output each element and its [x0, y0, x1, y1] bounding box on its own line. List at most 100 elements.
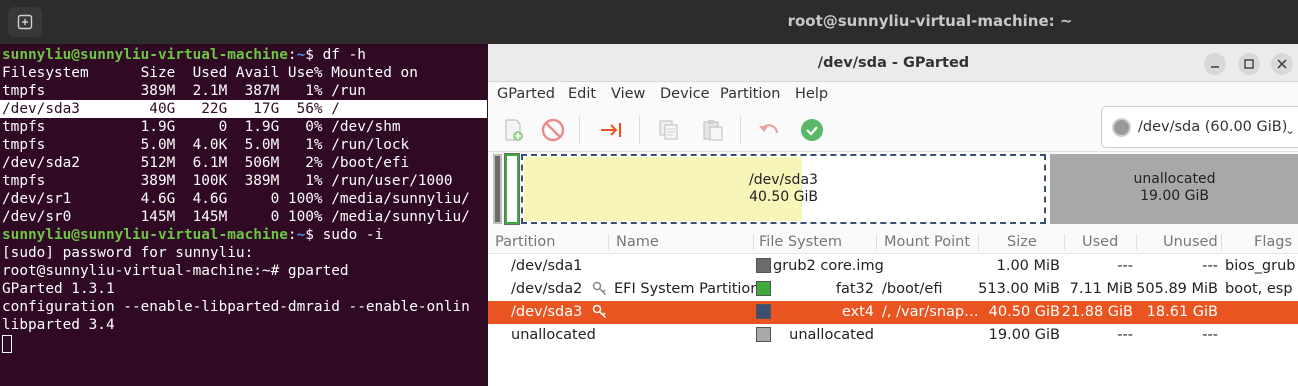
partition-block-sda3[interactable]: /dev/sda3 40.50 GiB — [521, 154, 1046, 224]
maximize-button[interactable] — [1238, 53, 1260, 75]
column-header-unused[interactable]: Unused — [1163, 234, 1218, 250]
toolbar-separator — [579, 116, 580, 144]
cell-used: 7.11 MiB — [1069, 281, 1133, 297]
column-divider — [1136, 234, 1137, 250]
table-row[interactable]: /dev/sda1 grub2 core.img 1.00 MiB --- --… — [488, 255, 1298, 278]
apply-button[interactable] — [795, 113, 829, 147]
table-row[interactable]: unallocated unallocated 19.00 GiB --- --… — [488, 324, 1298, 347]
close-button[interactable] — [1271, 53, 1293, 75]
prompt-user: sunnyliu@sunnyliu-virtual-machine — [2, 47, 288, 63]
minimize-icon — [1211, 66, 1219, 68]
partition-block-unallocated[interactable]: unallocated 19.00 GiB — [1050, 154, 1298, 224]
gparted-window: /dev/sda - GParted GParted Edit View Dev… — [487, 44, 1298, 386]
menu-device[interactable]: Device — [660, 86, 710, 102]
terminal-line: tmpfs 1.9G 0 1.9G 0% /dev/shm — [2, 119, 401, 135]
column-header-size[interactable]: Size — [1007, 234, 1037, 250]
column-header-partition[interactable]: Partition — [495, 234, 555, 250]
cell-flags: bios_grub — [1225, 258, 1296, 274]
new-partition-button[interactable] — [496, 113, 530, 147]
terminal-line: Filesystem Size Used Avail Use% Mounted … — [2, 65, 418, 81]
column-divider — [608, 234, 609, 250]
menu-edit[interactable]: Edit — [568, 86, 596, 102]
terminal-line: GParted 1.3.1 — [2, 281, 115, 297]
window-title: /dev/sda - GParted — [817, 55, 970, 71]
terminal-line: tmpfs 389M 100K 389M 1% /run/user/1000 — [2, 173, 453, 189]
terminal-line: sunnyliu@sunnyliu-virtual-machine:~$ sud… — [2, 226, 383, 244]
cell-partition: /dev/sda3 — [511, 304, 583, 320]
menu-gparted[interactable]: GParted — [497, 86, 555, 102]
column-header-mount-point[interactable]: Mount Point — [884, 234, 970, 250]
minimize-button[interactable] — [1204, 53, 1226, 75]
column-divider — [1064, 234, 1065, 250]
paste-button[interactable] — [696, 113, 730, 147]
close-icon — [1277, 59, 1287, 69]
delete-partition-button[interactable] — [536, 113, 570, 147]
menu-help[interactable]: Help — [795, 86, 828, 102]
cell-name: EFI System Partition — [614, 281, 760, 297]
table-row-selected[interactable]: /dev/sda3 ext4 /, /var/snap… 40.50 GiB 2… — [488, 301, 1298, 324]
cell-used: 21.88 GiB — [1061, 304, 1133, 320]
cell-filesystem: unallocated — [789, 327, 874, 343]
prompt-command: $ sudo -i — [305, 227, 384, 243]
cell-mount-point: /, /var/snap… — [882, 304, 979, 320]
column-divider — [978, 234, 979, 250]
toolbar-separator — [740, 116, 741, 144]
partition-block-sda1[interactable] — [493, 154, 502, 224]
fs-color-swatch — [756, 304, 771, 319]
cell-partition: unallocated — [511, 327, 596, 343]
cell-filesystem: grub2 core.img — [773, 258, 884, 274]
fs-color-swatch — [756, 258, 771, 273]
device-label: /dev/sda (60.00 GiB) — [1138, 119, 1288, 135]
delete-icon — [541, 118, 565, 142]
key-icon — [592, 281, 607, 296]
terminal-line: sunnyliu@sunnyliu-virtual-machine:~$ df … — [2, 46, 366, 64]
terminal-line: tmpfs 389M 2.1M 387M 1% /run — [2, 83, 366, 99]
cell-filesystem: ext4 — [841, 304, 874, 320]
resize-move-button[interactable] — [594, 113, 628, 147]
resize-move-icon — [601, 123, 621, 137]
prompt-path: ~ — [296, 47, 306, 63]
prompt-command: $ df -h — [305, 47, 366, 63]
terminal-title: root@sunnyliu-virtual-machine: ~ — [787, 12, 1073, 30]
key-icon — [592, 304, 607, 319]
terminal-line-highlighted: /dev/sda3 40G 22G 17G 56% / — [0, 100, 488, 118]
prompt-user: sunnyliu@sunnyliu-virtual-machine — [2, 227, 288, 243]
cell-filesystem: fat32 — [835, 281, 874, 297]
cell-unused: 18.61 GiB — [1146, 304, 1218, 320]
cell-unused: --- — [1202, 258, 1218, 274]
cell-partition: /dev/sda2 — [511, 281, 583, 297]
paste-icon — [703, 120, 723, 141]
new-icon — [505, 119, 523, 141]
menu-view[interactable]: View — [611, 86, 645, 102]
undo-icon — [759, 124, 779, 134]
cell-partition: /dev/sda1 — [511, 258, 583, 274]
toolbar-separator — [639, 116, 640, 144]
chevron-down-icon: ⌄ — [1284, 123, 1295, 137]
table-row[interactable]: /dev/sda2 EFI System Partition fat32 /bo… — [488, 278, 1298, 301]
cell-size: 19.00 GiB — [988, 327, 1060, 343]
new-tab-button[interactable] — [8, 7, 42, 37]
column-header-filesystem[interactable]: File System — [759, 234, 842, 250]
column-header-used[interactable]: Used — [1082, 234, 1118, 250]
cell-size: 40.50 GiB — [988, 304, 1060, 320]
device-selector[interactable]: /dev/sda (60.00 GiB) ⌄ — [1101, 106, 1298, 148]
terminal-line: tmpfs 5.0M 4.0K 5.0M 1% /run/lock — [2, 137, 410, 153]
column-divider — [1221, 234, 1222, 250]
partition-table: Partition Name File System Mount Point S… — [488, 230, 1298, 386]
cell-size: 1.00 MiB — [996, 258, 1060, 274]
undo-button[interactable] — [752, 113, 786, 147]
apply-icon — [801, 119, 823, 141]
partition-block-size: 40.50 GiB — [749, 189, 818, 205]
cell-mount-point: /boot/efi — [882, 281, 943, 297]
menu-partition[interactable]: Partition — [720, 86, 780, 102]
table-header: Partition Name File System Mount Point S… — [488, 230, 1298, 254]
fs-color-swatch — [756, 327, 771, 342]
partition-block-label: /dev/sda3 — [749, 172, 818, 188]
column-header-name[interactable]: Name — [616, 234, 659, 250]
copy-button[interactable] — [652, 113, 686, 147]
column-divider — [876, 234, 877, 250]
partition-block-sda2[interactable] — [504, 153, 520, 225]
column-header-flags[interactable]: Flags — [1254, 234, 1292, 250]
partition-block-label: unallocated — [1133, 171, 1216, 187]
prompt-sep: : — [287, 47, 297, 63]
